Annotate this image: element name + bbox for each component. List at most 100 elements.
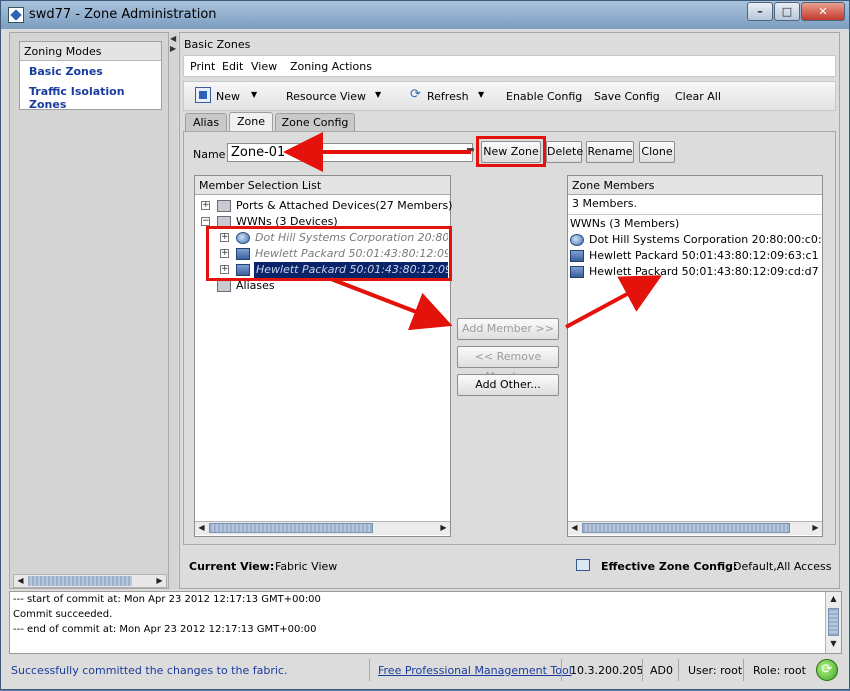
zone-member-2[interactable]: Hewlett Packard 50:01:43:80:12:09:63:c1 (570, 248, 822, 264)
title-bar[interactable]: swd77 - Zone Administration – □ ✕ (1, 1, 849, 29)
scroll-left-icon[interactable]: ◀ (14, 575, 27, 587)
scroll-right-icon[interactable]: ▶ (153, 575, 166, 587)
status-separator (642, 659, 643, 681)
zoning-modes-header: Zoning Modes (20, 42, 161, 61)
zone-members-count: 3 Members. (572, 197, 637, 210)
refresh-icon[interactable]: ⟳ (410, 87, 421, 102)
menu-edit[interactable]: Edit (222, 60, 243, 73)
close-button[interactable]: ✕ (801, 2, 845, 21)
new-zone-highlight (476, 136, 546, 167)
remove-member-button[interactable]: << Remove Member (457, 346, 559, 383)
rename-button[interactable]: Rename (586, 141, 634, 163)
expand-icon[interactable]: + (201, 201, 210, 210)
scroll-left-icon[interactable]: ◀ (195, 522, 208, 534)
scroll-right-icon[interactable]: ▶ (437, 522, 450, 534)
toolbar: New ▼ Resource View ▼ ⟳ Refresh ▼ Enable… (183, 81, 836, 111)
zone-member-1[interactable]: Dot Hill Systems Corporation 20:80:00:c0… (570, 232, 822, 248)
ports-icon (217, 200, 231, 212)
scroll-thumb[interactable] (582, 523, 790, 533)
delete-button[interactable]: Delete (546, 141, 583, 163)
zoning-mode-traffic-isolation[interactable]: Traffic Isolation Zones (20, 81, 161, 114)
zone-members-list: WWNs (3 Members) Dot Hill Systems Corpor… (568, 214, 822, 518)
menu-bar: Print Edit View Zoning Actions (183, 55, 836, 77)
status-separator (369, 659, 370, 681)
add-member-button[interactable]: Add Member >> (457, 318, 559, 340)
zone-administration-window: swd77 - Zone Administration – □ ✕ Zoning… (0, 0, 850, 690)
commit-log[interactable]: --- start of commit at: Mon Apr 23 2012 … (9, 591, 842, 654)
zone-members-group[interactable]: WWNs (3 Members) (570, 216, 679, 232)
current-view-value: Fabric View (275, 560, 338, 573)
scroll-down-icon[interactable]: ▼ (827, 638, 840, 650)
refresh-button[interactable]: Refresh (427, 90, 469, 103)
expand-right-icon[interactable]: ▶ (170, 44, 176, 53)
status-role: Role: root (753, 664, 806, 677)
host-device-icon (570, 250, 584, 262)
enable-config-button[interactable]: Enable Config (506, 90, 582, 103)
zone-members-header: Zone Members (568, 176, 822, 195)
zone-member-3-label: Hewlett Packard 50:01:43:80:12:09:cd:d7 (589, 265, 819, 278)
sync-status-icon[interactable]: ⟳ (816, 659, 838, 681)
scroll-thumb[interactable] (209, 523, 373, 533)
printer-icon[interactable] (576, 559, 590, 571)
collapse-icon[interactable]: − (201, 217, 210, 226)
minimize-button[interactable]: – (747, 2, 773, 21)
left-horizontal-scrollbar[interactable]: ◀ ▶ (13, 574, 167, 588)
zoning-modes-panel: Zoning Modes Basic Zones Traffic Isolati… (19, 41, 162, 111)
member-selection-hscroll[interactable]: ◀ ▶ (195, 521, 450, 535)
tree-label-ports: Ports & Attached Devices(27 Members) (236, 199, 453, 212)
storage-globe-icon (570, 234, 584, 246)
new-icon[interactable] (195, 87, 211, 103)
status-ip: 10.3.200.205 (570, 664, 644, 677)
menu-view[interactable]: View (251, 60, 277, 73)
main-pane: Basic Zones Print Edit View Zoning Actio… (179, 32, 840, 589)
resource-view-dropdown-icon[interactable]: ▼ (375, 90, 381, 99)
clear-all-button[interactable]: Clear All (675, 90, 721, 103)
scroll-left-icon[interactable]: ◀ (568, 522, 581, 534)
status-ad: AD0 (650, 664, 673, 677)
zoning-mode-basic-zones[interactable]: Basic Zones (20, 61, 161, 81)
zone-members-hscroll[interactable]: ◀ ▶ (568, 521, 822, 535)
refresh-dropdown-icon[interactable]: ▼ (478, 90, 484, 99)
status-message: Successfully committed the changes to th… (11, 664, 288, 677)
status-user: User: root (688, 664, 743, 677)
clone-button[interactable]: Clone (639, 141, 675, 163)
name-label: Name (193, 148, 226, 161)
zone-member-3[interactable]: Hewlett Packard 50:01:43:80:12:09:cd:d7 (570, 264, 822, 280)
zone-members-panel: Zone Members 3 Members. WWNs (3 Members)… (567, 175, 823, 537)
maximize-button[interactable]: □ (774, 2, 800, 21)
name-dropdown-icon[interactable]: ▬ (466, 145, 475, 155)
new-dropdown-icon[interactable]: ▼ (251, 90, 257, 99)
log-line: --- end of commit at: Mon Apr 23 2012 12… (13, 624, 317, 635)
scroll-up-icon[interactable]: ▲ (827, 593, 840, 605)
member-selection-header: Member Selection List (195, 176, 450, 195)
member-selection-panel: Member Selection List + Ports & Attached… (194, 175, 452, 537)
app-icon (8, 7, 24, 23)
new-button[interactable]: New (216, 90, 240, 103)
view-footer: Current View: Fabric View Effective Zone… (183, 553, 836, 581)
zone-name-input[interactable] (227, 143, 473, 162)
pane-splitter[interactable]: ◀ ▶ (169, 32, 178, 589)
main-header: Basic Zones (184, 38, 251, 51)
menu-zoning-actions[interactable]: Zoning Actions (290, 60, 372, 73)
tree-row-ports[interactable]: + Ports & Attached Devices(27 Members) (198, 198, 452, 214)
add-other-button[interactable]: Add Other... (457, 374, 559, 396)
log-vertical-scrollbar[interactable]: ▲ ▼ (825, 592, 841, 653)
window-controls: – □ ✕ (747, 2, 845, 21)
tab-alias[interactable]: Alias (185, 113, 227, 132)
devices-highlight (206, 226, 452, 281)
collapse-left-icon[interactable]: ◀ (170, 34, 176, 43)
effective-config-value: Default,All Access (733, 560, 832, 573)
tab-zone[interactable]: Zone (229, 112, 273, 132)
resource-view-button[interactable]: Resource View (286, 90, 366, 103)
scroll-right-icon[interactable]: ▶ (809, 522, 822, 534)
window-title: swd77 - Zone Administration (29, 7, 217, 22)
scroll-thumb[interactable] (828, 608, 839, 636)
menu-print[interactable]: Print (190, 60, 215, 73)
scroll-thumb[interactable] (28, 576, 132, 586)
zone-member-2-label: Hewlett Packard 50:01:43:80:12:09:63:c1 (589, 249, 819, 262)
tab-zone-config[interactable]: Zone Config (275, 113, 355, 132)
save-config-button[interactable]: Save Config (594, 90, 660, 103)
free-tool-link[interactable]: Free Professional Management Tool (378, 664, 572, 677)
host-device-icon (570, 266, 584, 278)
status-separator (743, 659, 744, 681)
